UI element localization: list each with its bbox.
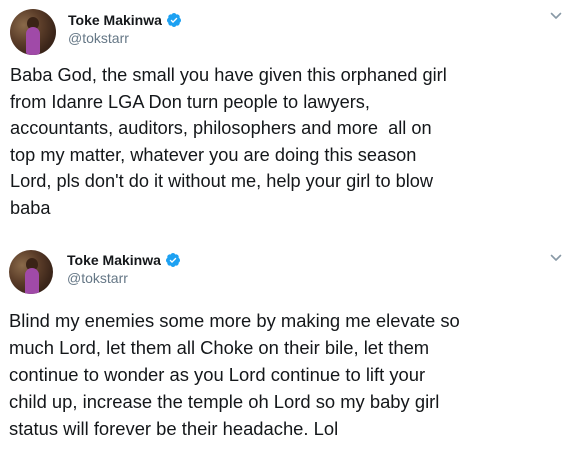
chevron-down-icon[interactable] [550,252,562,264]
author-name-row[interactable]: Toke Makinwa [68,11,182,29]
author-display-name[interactable]: Toke Makinwa [67,252,161,268]
verified-badge-icon [166,13,181,27]
tweet-2: Toke Makinwa @tokstarr Blind my enemies … [0,238,578,461]
verified-badge-icon [165,253,180,267]
avatar-figure [25,268,39,294]
tweet-text: Baba God, the small you have given this … [10,65,447,218]
author-display-name[interactable]: Toke Makinwa [68,12,162,28]
tweet-text: Blind my enemies some more by making me … [9,310,460,439]
chevron-down-icon[interactable] [550,10,562,22]
avatar-figure [26,27,40,55]
avatar[interactable] [9,250,53,294]
author-handle[interactable]: @tokstarr [68,30,129,46]
author-handle[interactable]: @tokstarr [67,270,128,286]
avatar[interactable] [10,9,56,55]
author-name-row[interactable]: Toke Makinwa [67,251,181,269]
tweet-1: Toke Makinwa @tokstarr Baba God, the sma… [0,0,578,236]
